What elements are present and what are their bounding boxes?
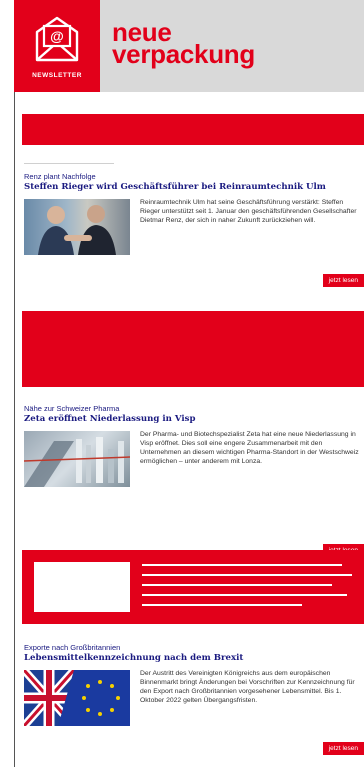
article-kicker: Nähe zur Schweizer Pharma xyxy=(24,404,120,413)
promo-line xyxy=(142,564,342,566)
article-kicker: Renz plant Nachfolge xyxy=(24,172,96,181)
union-jack-eu-flag-image[interactable] xyxy=(24,670,130,726)
promo-line xyxy=(142,584,332,586)
read-more-button[interactable]: jetzt lesen xyxy=(322,742,364,755)
svg-text:@: @ xyxy=(50,28,64,44)
brand-logo[interactable]: neue verpackung xyxy=(112,19,255,69)
promo-line xyxy=(142,604,302,606)
promo-line xyxy=(142,574,352,576)
middle-ad-banner[interactable] xyxy=(22,311,364,387)
article-excerpt: Reinraumtechnik Ulm hat seine Geschäftsf… xyxy=(140,199,357,224)
article-excerpt: Der Pharma- und Biotechspezialist Zeta h… xyxy=(140,431,359,465)
portrait-graphic xyxy=(38,205,116,255)
pharma-plant-image[interactable] xyxy=(24,431,130,487)
article-excerpt: Der Austritt des Vereinigten Königreichs… xyxy=(140,670,355,704)
article-headline[interactable]: Steffen Rieger wird Geschäftsführer bei … xyxy=(24,182,364,192)
article-headline[interactable]: Lebensmittelkennzeichnung nach dem Brexi… xyxy=(24,653,364,663)
article-3: Exporte nach Großbritannien Lebensmittel… xyxy=(24,643,364,767)
brand-line-2: verpackung xyxy=(112,39,255,69)
flag-graphic xyxy=(24,670,130,726)
newsletter-label: NEWSLETTER xyxy=(32,72,82,79)
divider xyxy=(24,163,114,164)
promo-image-placeholder xyxy=(34,562,130,612)
email-at-icon: @ xyxy=(35,16,79,62)
promo-line xyxy=(142,594,347,596)
pharma-graphic xyxy=(24,437,130,487)
promo-banner[interactable] xyxy=(22,550,364,624)
article-kicker: Exporte nach Großbritannien xyxy=(24,643,121,652)
top-ad-banner[interactable] xyxy=(22,114,364,145)
article-1: Renz plant Nachfolge Steffen Rieger wird… xyxy=(24,172,364,292)
article-2: Nähe zur Schweizer Pharma Zeta eröffnet … xyxy=(24,404,364,557)
article-headline[interactable]: Zeta eröffnet Niederlassung in Visp xyxy=(24,414,364,424)
newsletter-badge[interactable]: @ NEWSLETTER xyxy=(14,0,100,92)
two-men-portrait-image[interactable] xyxy=(24,199,130,255)
read-more-button[interactable]: jetzt lesen xyxy=(322,274,364,287)
